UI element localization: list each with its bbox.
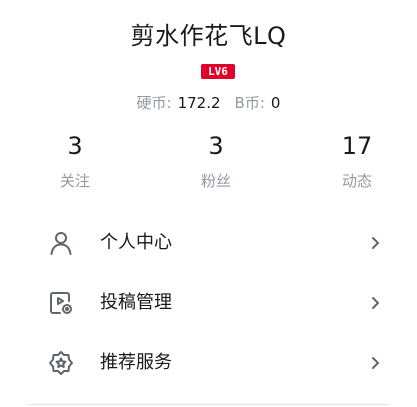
star-badge-icon: [49, 351, 73, 375]
stat-followers[interactable]: 3 粉丝: [171, 130, 261, 191]
username: 剪水作花飞LQ: [130, 22, 287, 50]
bcoins-value: 0: [270, 94, 281, 112]
stat-dynamics-label: 动态: [341, 172, 372, 190]
stat-followers-count: 3: [208, 132, 224, 160]
menu-label-recommend-service: 推荐服务: [100, 352, 172, 373]
stat-followers-label: 粉丝: [200, 172, 231, 190]
stat-following-label: 关注: [59, 172, 90, 190]
coins-label: 硬币:: [136, 94, 172, 112]
menu-item-upload-manage[interactable]: 投稿管理: [0, 275, 417, 331]
bottom-divider: [28, 404, 389, 405]
menu-label-upload-manage: 投稿管理: [100, 292, 172, 313]
person-icon: [50, 232, 72, 255]
coins-row: 硬币: 172.2 B币: 0: [0, 92, 417, 113]
stat-dynamics-count: 17: [341, 132, 373, 160]
menu-item-personal-center[interactable]: 个人中心: [0, 215, 417, 271]
chevron-right-icon: [372, 297, 379, 309]
menu-item-recommend-service[interactable]: 推荐服务: [0, 335, 417, 391]
chevron-right-icon: [372, 237, 379, 249]
stat-following-count: 3: [67, 132, 83, 160]
menu-label-personal-center: 个人中心: [100, 232, 172, 253]
upload-manage-icon: [50, 292, 72, 314]
coins-value: 172.2: [177, 94, 221, 112]
stat-dynamics[interactable]: 17 动态: [312, 130, 402, 191]
level-badge: LV6: [201, 64, 235, 79]
stat-following[interactable]: 3 关注: [30, 130, 120, 191]
chevron-right-icon: [372, 357, 379, 369]
bcoins-label: B币:: [234, 94, 265, 112]
